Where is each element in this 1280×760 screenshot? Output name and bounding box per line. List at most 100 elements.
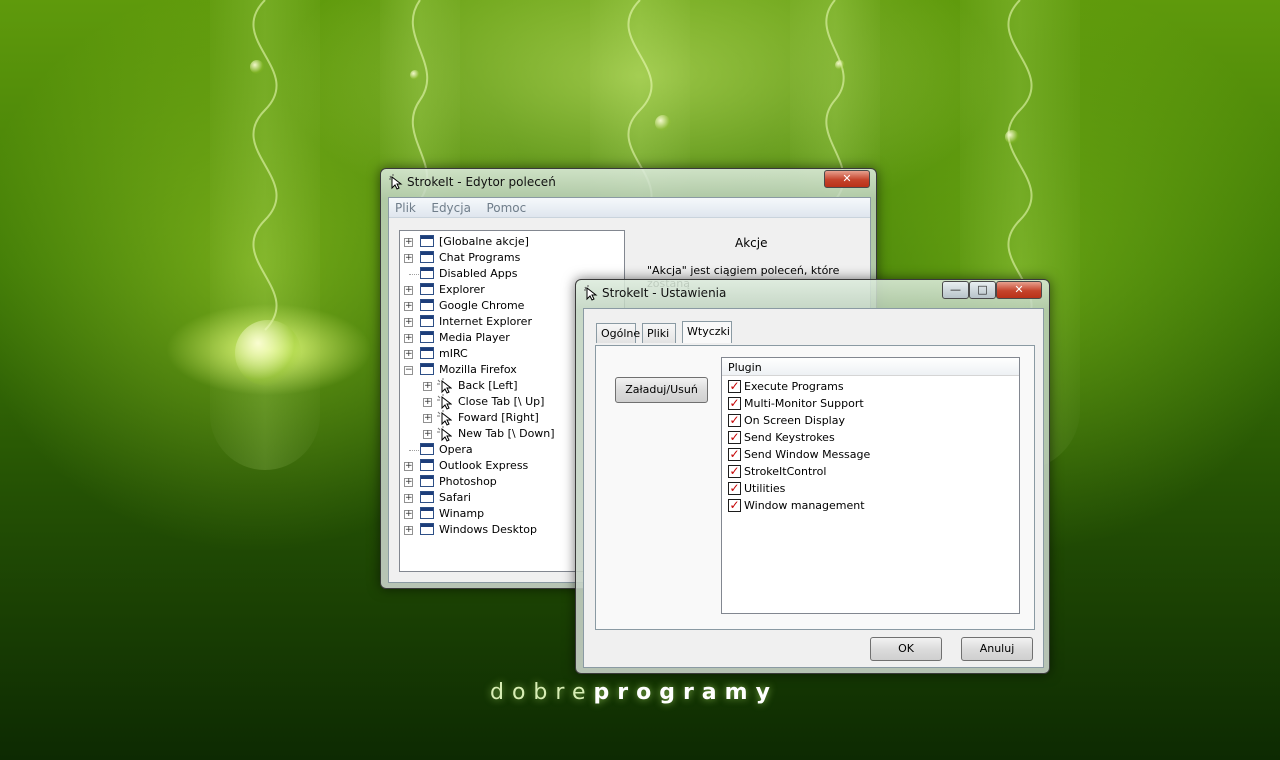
expand-icon[interactable]: + xyxy=(404,302,413,311)
tree-item[interactable]: + Chat Programs xyxy=(400,250,622,266)
minimize-icon: — xyxy=(950,283,961,296)
editor-close-button[interactable]: ✕ xyxy=(824,170,870,188)
plugin-checkbox[interactable]: ✓ xyxy=(728,465,741,478)
plugin-checkbox[interactable]: ✓ xyxy=(728,380,741,393)
settings-title: StrokeIt - Ustawienia xyxy=(602,286,727,300)
tree-item-label: [Globalne akcje] xyxy=(439,235,529,248)
plugin-row[interactable]: ✓ Execute Programs xyxy=(726,379,1016,396)
plugin-checkbox[interactable]: ✓ xyxy=(728,431,741,444)
expand-icon[interactable]: + xyxy=(404,526,413,535)
strokeit-app-icon xyxy=(584,285,598,301)
expand-icon[interactable]: + xyxy=(404,238,413,247)
plugin-label: Multi-Monitor Support xyxy=(744,397,864,410)
tree-item-label: Disabled Apps xyxy=(439,267,518,280)
tree-connector xyxy=(409,450,419,451)
load-unload-button[interactable]: Załaduj/Usuń xyxy=(615,377,708,403)
settings-close-button[interactable]: ✕ xyxy=(996,281,1042,299)
tab-ogolne[interactable]: Ogólne xyxy=(596,323,640,343)
plugin-checkbox[interactable]: ✓ xyxy=(728,448,741,461)
plugin-row[interactable]: ✓ Multi-Monitor Support xyxy=(726,396,1016,413)
minimize-button[interactable]: — xyxy=(942,281,969,299)
plugin-label: Window management xyxy=(744,499,865,512)
expand-icon[interactable]: + xyxy=(404,350,413,359)
window-icon xyxy=(420,523,434,535)
expand-icon[interactable]: + xyxy=(423,398,432,407)
window-icon xyxy=(420,251,434,263)
menu-edycja[interactable]: Edycja xyxy=(425,198,477,218)
tree-item-label: Outlook Express xyxy=(439,459,529,472)
plugin-label: Utilities xyxy=(744,482,786,495)
plugins-tab-page: Załaduj/Usuń Plugin ✓ Execute Programs ✓ Mu… xyxy=(595,345,1035,630)
tree-item-label: Internet Explorer xyxy=(439,315,532,328)
plugin-label: Send Keystrokes xyxy=(744,431,835,444)
plugin-list[interactable]: Plugin ✓ Execute Programs ✓ Multi-Monitor S… xyxy=(721,357,1020,614)
settings-titlebar[interactable]: StrokeIt - Ustawienia — □ ✕ xyxy=(576,280,1049,306)
maximize-icon: □ xyxy=(977,283,988,296)
expand-icon[interactable]: + xyxy=(404,318,413,327)
window-icon xyxy=(420,363,434,375)
tree-item-label: New Tab [\ Down] xyxy=(458,427,555,440)
plugin-column-header[interactable]: Plugin xyxy=(722,358,1019,376)
close-icon: ✕ xyxy=(1014,283,1024,296)
expand-icon[interactable]: + xyxy=(423,414,432,423)
bubble xyxy=(250,60,264,74)
plugin-row[interactable]: ✓ Utilities xyxy=(726,481,1016,498)
plugin-row[interactable]: ✓ StrokeItControl xyxy=(726,464,1016,481)
window-icon xyxy=(420,235,434,247)
bubble xyxy=(1005,130,1019,144)
tab-pliki[interactable]: Pliki xyxy=(642,323,676,343)
plugin-row[interactable]: ✓ Window management xyxy=(726,498,1016,515)
brand-logo: dobreprogramy xyxy=(490,680,778,705)
plugin-checkbox[interactable]: ✓ xyxy=(728,482,741,495)
tree-item-label: Winamp xyxy=(439,507,485,520)
plugin-row[interactable]: ✓ Send Window Message xyxy=(726,447,1016,464)
window-icon xyxy=(420,475,434,487)
expand-icon[interactable]: + xyxy=(404,478,413,487)
expand-icon[interactable]: + xyxy=(404,334,413,343)
tree-item-label: Foward [Right] xyxy=(458,411,539,424)
tree-item-label: Opera xyxy=(439,443,473,456)
expand-icon[interactable]: + xyxy=(404,254,413,263)
tree-item-label: mIRC xyxy=(439,347,468,360)
editor-title: StrokeIt - Edytor poleceń xyxy=(407,175,556,189)
plugin-checkbox[interactable]: ✓ xyxy=(728,414,741,427)
tree-connector xyxy=(409,274,419,275)
plugin-checkbox[interactable]: ✓ xyxy=(728,499,741,512)
plugin-row[interactable]: ✓ On Screen Display xyxy=(726,413,1016,430)
menubar: Plik Edycja Pomoc xyxy=(389,198,870,218)
tab-strip: Ogólne Pliki Wtyczki xyxy=(596,321,896,345)
menu-pomoc[interactable]: Pomoc xyxy=(480,198,532,218)
tree-item-label: Photoshop xyxy=(439,475,497,488)
strokeit-app-icon xyxy=(389,174,403,190)
ok-button[interactable]: OK xyxy=(870,637,942,661)
window-icon xyxy=(420,315,434,327)
expand-icon[interactable]: + xyxy=(404,286,413,295)
bubble xyxy=(655,115,671,131)
tree-item[interactable]: + [Globalne akcje] xyxy=(400,234,622,250)
cancel-button[interactable]: Anuluj xyxy=(961,637,1033,661)
tree-item-label: Back [Left] xyxy=(458,379,518,392)
plugin-checkbox[interactable]: ✓ xyxy=(728,397,741,410)
expand-icon[interactable]: + xyxy=(423,382,432,391)
bubble xyxy=(410,70,420,80)
window-icon xyxy=(420,283,434,295)
expand-icon[interactable]: + xyxy=(404,494,413,503)
window-icon xyxy=(420,347,434,359)
close-icon: ✕ xyxy=(842,172,852,185)
plugin-label: Send Window Message xyxy=(744,448,871,461)
collapse-icon[interactable]: − xyxy=(404,366,413,375)
tree-item-label: Windows Desktop xyxy=(439,523,537,536)
expand-icon[interactable]: + xyxy=(423,430,432,439)
expand-icon[interactable]: + xyxy=(404,510,413,519)
menu-plik[interactable]: Plik xyxy=(389,198,422,218)
editor-titlebar[interactable]: StrokeIt - Edytor poleceń ✕ xyxy=(381,169,876,195)
tree-item-label: Media Player xyxy=(439,331,510,344)
window-icon xyxy=(420,299,434,311)
maximize-button[interactable]: □ xyxy=(969,281,996,299)
glow-orb xyxy=(235,320,301,386)
tab-wtyczki[interactable]: Wtyczki xyxy=(682,321,732,343)
tree-item-label: Chat Programs xyxy=(439,251,521,264)
expand-icon[interactable]: + xyxy=(404,462,413,471)
window-icon xyxy=(420,267,434,279)
plugin-row[interactable]: ✓ Send Keystrokes xyxy=(726,430,1016,447)
